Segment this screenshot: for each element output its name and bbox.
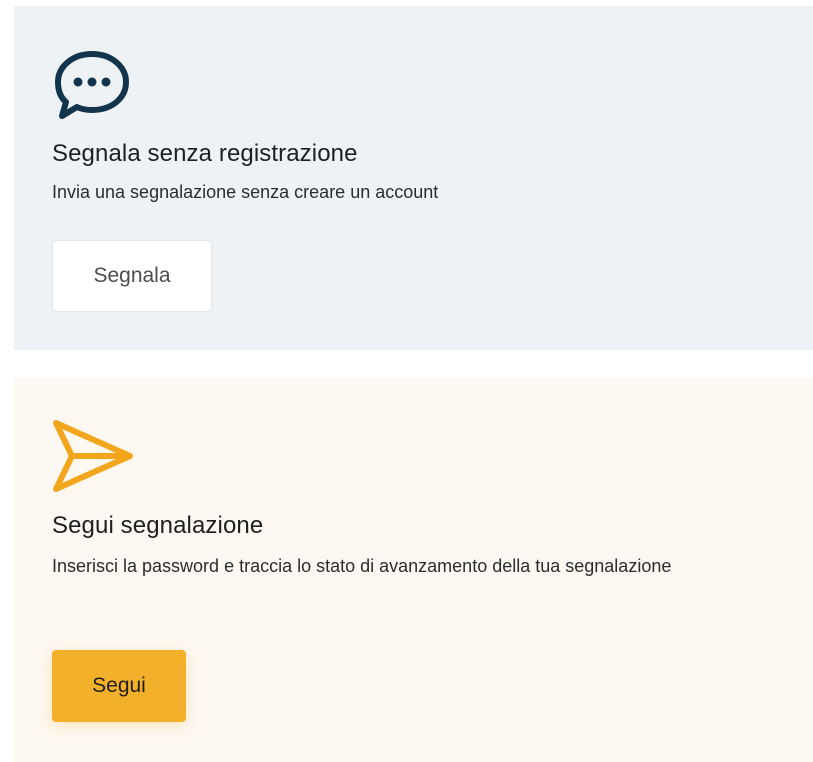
follow-report-card: Segui segnalazione Inserisci la password… bbox=[14, 378, 813, 762]
card-title: Segnala senza registrazione bbox=[52, 140, 358, 167]
card-description: Inserisci la password e traccia lo stato… bbox=[52, 556, 672, 576]
report-button[interactable]: Segnala bbox=[52, 240, 212, 312]
card-title: Segui segnalazione bbox=[52, 512, 264, 539]
card-description: Invia una segnalazione senza creare un a… bbox=[52, 182, 439, 202]
send-arrow-icon bbox=[52, 418, 136, 499]
chat-bubble-icon bbox=[52, 50, 132, 127]
report-anonymous-card: Segnala senza registrazione Invia una se… bbox=[14, 6, 813, 350]
follow-button[interactable]: Segui bbox=[52, 650, 186, 722]
